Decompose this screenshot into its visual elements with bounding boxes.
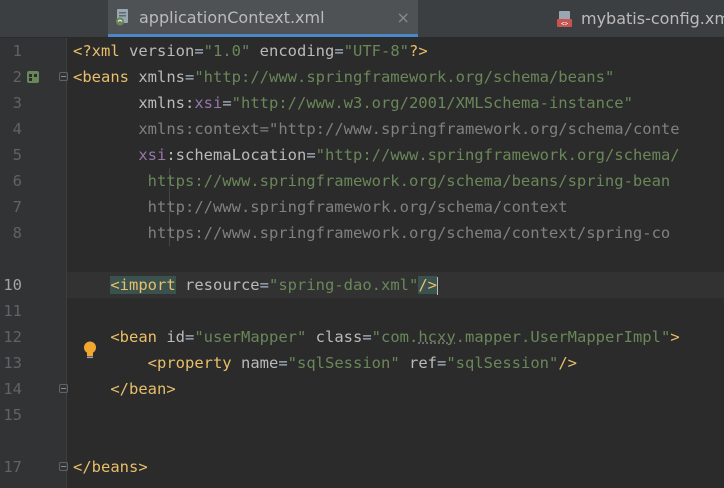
code-line-7: http://www.springframework.org/schema/co… — [147, 198, 568, 216]
editor-tab-bar: applicationContext.xml × <> mybatis-conf… — [0, 0, 724, 38]
code-editor[interactable]: <?xml version="1.0" encoding="UTF-8"?> <… — [67, 38, 724, 488]
xml-file-icon: <> — [556, 10, 574, 28]
close-icon[interactable]: × — [397, 8, 410, 27]
line-number: 5 — [12, 146, 22, 164]
line-number: 12 — [3, 328, 22, 346]
line-number: 2 — [12, 68, 22, 86]
code-line-17: </beans> — [73, 458, 148, 476]
tab-label: mybatis-config.xml — [581, 9, 724, 28]
line-number: 14 — [3, 380, 22, 398]
line-number: 1 — [12, 42, 22, 60]
code-line-10: <import resource="spring-dao.xml"/> — [110, 276, 438, 295]
line-number: 6 — [12, 172, 22, 190]
line-number-current: 10 — [3, 276, 22, 294]
line-number-gutter: 1 2 3 4 5 6 7 8 10 11 12 13 14 15 17 — [0, 38, 96, 488]
code-line-5: xsi:schemaLocation="http://www.springfra… — [138, 146, 680, 164]
code-line-8: https://www.springframework.org/schema/c… — [147, 224, 671, 242]
code-line-6: https://www.springframework.org/schema/b… — [147, 172, 671, 190]
line-number: 8 — [12, 224, 22, 242]
text-caret — [436, 276, 438, 295]
line-number: 3 — [12, 94, 22, 112]
line-number: 15 — [3, 406, 22, 424]
line-number: 7 — [12, 198, 22, 216]
tab-mybatis-config[interactable]: <> mybatis-config.xml — [556, 0, 724, 37]
tab-label: applicationContext.xml — [139, 7, 325, 27]
line-number: 4 — [12, 120, 22, 138]
line-number: 11 — [3, 302, 22, 320]
line-number: 13 — [3, 354, 22, 372]
code-line-12: <bean id="userMapper" class="com.hcxy.ma… — [110, 328, 680, 346]
tab-application-context[interactable]: applicationContext.xml × — [108, 0, 418, 37]
lightbulb-icon[interactable] — [82, 340, 98, 364]
xml-spring-file-icon — [114, 8, 132, 26]
code-line-14: </bean> — [110, 380, 176, 398]
code-line-3: xmlns:xsi="http://www.w3.org/2001/XMLSch… — [138, 94, 633, 112]
code-line-1: <?xml version="1.0" encoding="UTF-8"?> — [73, 42, 428, 60]
line-number: 17 — [3, 458, 22, 476]
svg-text:<>: <> — [561, 20, 569, 27]
code-line-2: <beans xmlns="http://www.springframework… — [73, 68, 615, 86]
code-line-13: <property name="sqlSession" ref="sqlSess… — [147, 354, 577, 372]
spring-bean-gutter-icon[interactable] — [26, 69, 40, 88]
code-line-4: xmlns:context="http://www.springframewor… — [138, 120, 680, 138]
